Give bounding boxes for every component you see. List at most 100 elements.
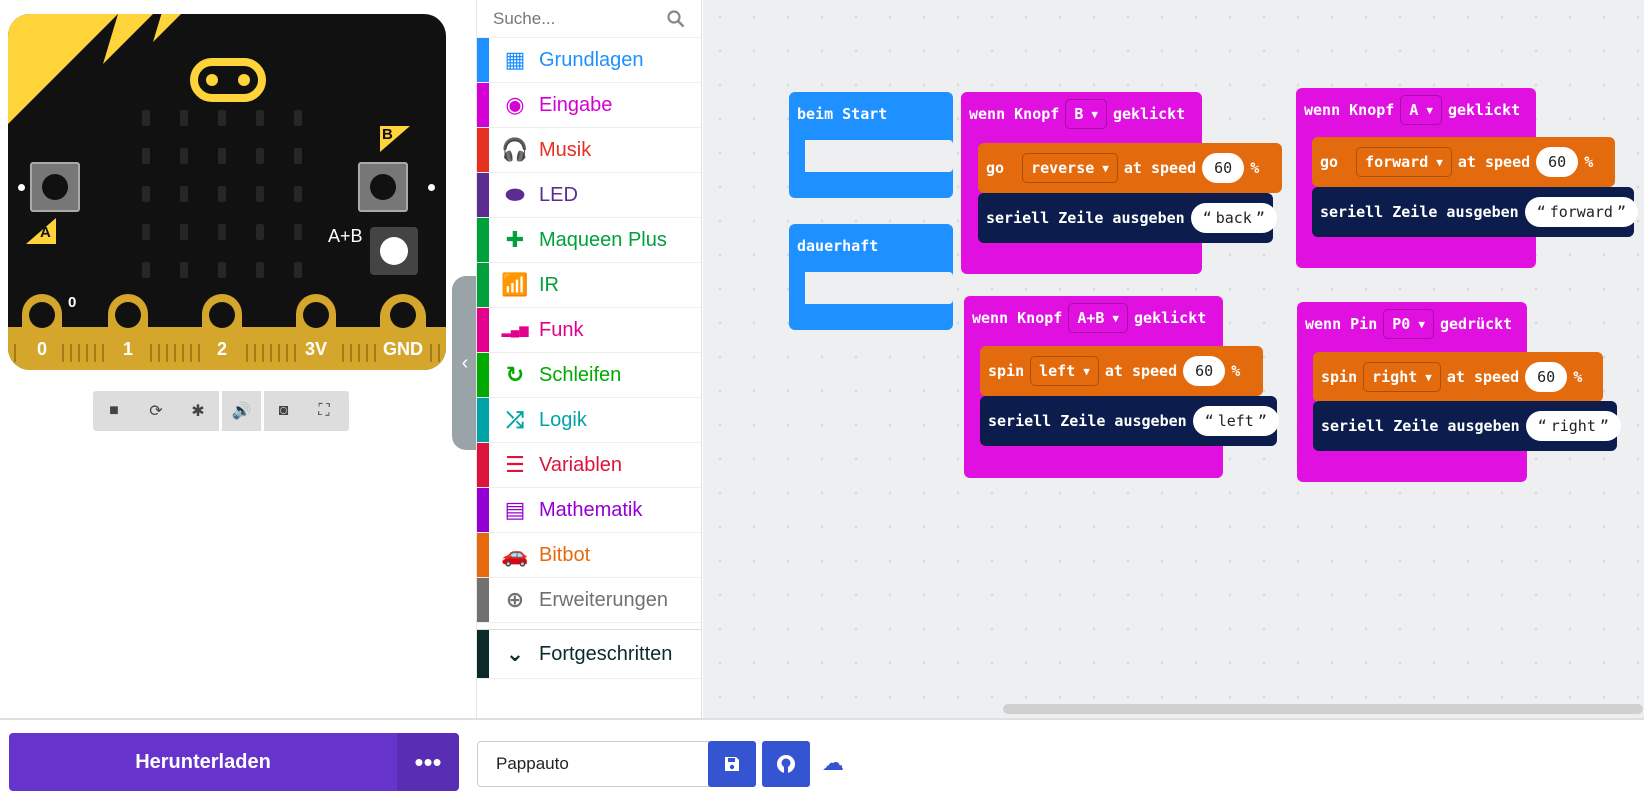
speed-input[interactable]: 60 xyxy=(1525,362,1568,392)
text-input[interactable]: “back” xyxy=(1190,203,1277,233)
category-color-bar xyxy=(477,443,489,487)
category-logik[interactable]: ⤮ Logik xyxy=(477,398,701,443)
speed-input[interactable]: 60 xyxy=(1183,356,1226,386)
debug-icon[interactable]: ✱ xyxy=(177,391,219,431)
pin-1[interactable]: 1 xyxy=(108,294,148,370)
serial-write-line-block[interactable]: seriell Zeile ausgeben “right” xyxy=(1313,401,1621,451)
category-funk[interactable]: ▂▄▆ Funk xyxy=(477,308,701,353)
button-ab[interactable] xyxy=(370,227,418,275)
microbit-logo[interactable] xyxy=(190,58,266,102)
block-slot xyxy=(805,272,953,304)
category-ir[interactable]: 📶 IR xyxy=(477,263,701,308)
serial-write-line-block[interactable]: seriell Zeile ausgeben “forward” xyxy=(1312,187,1638,237)
button-b[interactable] xyxy=(358,162,408,212)
forever-block[interactable]: dauerhaft xyxy=(789,224,953,330)
button-dropdown[interactable]: B ▼ xyxy=(1065,99,1107,129)
category-color-bar xyxy=(477,630,489,678)
pin-zero-indicator: 0 xyxy=(68,294,77,311)
pin-0[interactable]: 0 xyxy=(22,294,62,370)
serial-row: seriell Zeile ausgeben “back” xyxy=(978,193,1283,243)
category-schleifen[interactable]: ↻ Schleifen xyxy=(477,353,701,398)
serial-write-line-block[interactable]: seriell Zeile ausgeben “left” xyxy=(980,396,1279,446)
calculator-icon: ▤ xyxy=(504,497,526,522)
event-header: wenn Pin P0 ▼ gedrückt xyxy=(1297,302,1512,346)
spin-block[interactable]: spin right ▼ at speed 60 % xyxy=(1313,352,1603,402)
category-eingabe[interactable]: ◉ Eingabe xyxy=(477,83,701,128)
category-fortgeschritten[interactable]: ⌄ Fortgeschritten xyxy=(477,629,701,679)
stop-icon[interactable]: ■ xyxy=(93,391,135,431)
category-grundlagen[interactable]: ▦ Grundlagen xyxy=(477,38,701,83)
restart-icon[interactable]: ⟳ xyxy=(135,391,177,431)
go-block[interactable]: go reverse ▼ at speed 60 % xyxy=(978,143,1282,193)
search-icon[interactable] xyxy=(667,9,685,28)
category-color-bar xyxy=(477,173,489,217)
text-input[interactable]: “forward” xyxy=(1524,197,1638,227)
screenshot-icon[interactable]: ◙ xyxy=(261,391,303,431)
pin-dropdown[interactable]: P0 ▼ xyxy=(1383,309,1434,339)
cloud-saved-icon: ☁ xyxy=(822,750,844,775)
on-start-block[interactable]: beim Start xyxy=(789,92,953,198)
download-button[interactable]: Herunterladen xyxy=(9,733,397,791)
collapse-simulator-button[interactable]: ‹ xyxy=(452,276,478,450)
category-musik[interactable]: 🎧 Musik xyxy=(477,128,701,173)
speed-input[interactable]: 60 xyxy=(1536,147,1579,177)
category-color-bar xyxy=(477,488,489,532)
search-input[interactable]: Suche... xyxy=(493,9,667,29)
more-options-button[interactable]: ••• xyxy=(397,733,459,791)
direction-dropdown[interactable]: left ▼ xyxy=(1030,356,1099,386)
go-block[interactable]: go forward ▼ at speed 60 % xyxy=(1312,137,1615,187)
github-button[interactable] xyxy=(762,741,810,787)
sound-icon[interactable]: 🔊 xyxy=(219,391,261,431)
category-color-bar xyxy=(477,308,489,352)
led-pixel xyxy=(142,262,150,278)
category-label: IR xyxy=(539,273,559,296)
connector-tick xyxy=(102,344,104,362)
connector-tick xyxy=(246,344,248,362)
button-dropdown[interactable]: A+B ▼ xyxy=(1068,303,1129,333)
connector-tick xyxy=(342,344,344,362)
category-color-bar xyxy=(477,128,489,172)
microbit-board[interactable]: A B A+B 0 0 1 2 3V GND xyxy=(8,14,446,370)
pin-3v[interactable]: 3V xyxy=(296,294,336,370)
project-name-input[interactable]: Pappauto xyxy=(477,741,709,787)
led-pixel xyxy=(142,224,150,240)
direction-dropdown[interactable]: right ▼ xyxy=(1363,362,1441,392)
category-label: Mathematik xyxy=(539,498,643,521)
led-pixel xyxy=(218,224,226,240)
workspace-horizontal-scrollbar[interactable] xyxy=(1003,704,1643,714)
category-mathematik[interactable]: ▤ Mathematik xyxy=(477,488,701,533)
button-a[interactable] xyxy=(30,162,80,212)
search-box[interactable]: Suche... xyxy=(477,0,701,38)
category-maqueen-plus[interactable]: ✚ Maqueen Plus xyxy=(477,218,701,263)
category-color-bar xyxy=(477,398,489,442)
connector-tick xyxy=(374,344,376,362)
serial-write-line-block[interactable]: seriell Zeile ausgeben “back” xyxy=(978,193,1277,243)
spin-block[interactable]: spin left ▼ at speed 60 % xyxy=(980,346,1263,396)
on-start-label: beim Start xyxy=(797,105,888,123)
text-input[interactable]: “right” xyxy=(1525,411,1621,441)
save-button[interactable] xyxy=(708,741,756,787)
direction-dropdown[interactable]: forward ▼ xyxy=(1356,147,1452,177)
connector-tick xyxy=(198,344,200,362)
fullscreen-icon[interactable]: ⛶ xyxy=(303,391,345,431)
button-dropdown[interactable]: A ▼ xyxy=(1400,95,1442,125)
button-b-label: B xyxy=(382,126,393,143)
category-label: Logik xyxy=(539,408,587,431)
category-variablen[interactable]: ☰ Variablen xyxy=(477,443,701,488)
pin-2[interactable]: 2 xyxy=(202,294,242,370)
toggle-icon: ⬬ xyxy=(505,182,525,207)
block-slot xyxy=(805,140,953,172)
text-input[interactable]: “left” xyxy=(1192,406,1279,436)
blocks-workspace[interactable]: beim Start dauerhaft wenn Knopf B ▼ gekli… xyxy=(703,0,1644,718)
category-bitbot[interactable]: 🚗 Bitbot xyxy=(477,533,701,578)
category-erweiterungen[interactable]: ⊕ Erweiterungen xyxy=(477,578,701,623)
pin-gnd[interactable]: GND xyxy=(380,294,426,370)
speed-input[interactable]: 60 xyxy=(1202,153,1245,183)
led-pixel xyxy=(180,224,188,240)
direction-dropdown[interactable]: reverse ▼ xyxy=(1022,153,1118,183)
board-corner-decoration xyxy=(153,14,181,42)
board-dot xyxy=(18,184,25,191)
connector-tick xyxy=(366,344,368,362)
led-pixel xyxy=(142,186,150,202)
category-led[interactable]: ⬬ LED xyxy=(477,173,701,218)
